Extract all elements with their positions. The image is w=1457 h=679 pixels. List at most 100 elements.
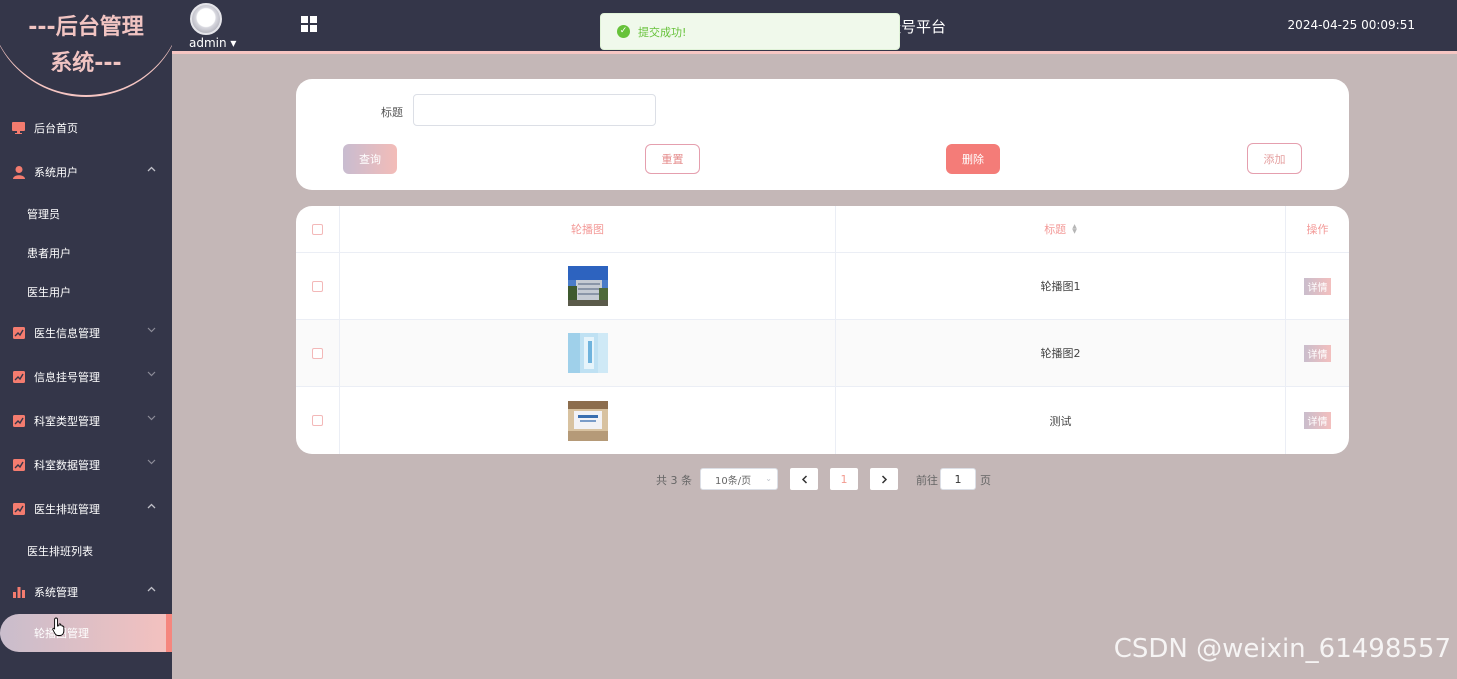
apps-grid-icon[interactable] [301,16,317,32]
logo-line-1: ---后台管理 [28,15,144,40]
sidebar-item-label: 管理员 [27,207,60,221]
hand-cursor-icon [52,617,65,636]
row-checkbox[interactable] [312,280,323,292]
sidebar-subitem-carousel[interactable]: 轮播图管理 [0,614,172,652]
sidebar-item-label: 信息挂号管理 [34,371,100,384]
row-checkbox[interactable] [312,347,323,359]
table-header-row: 轮播图 标题 ▲ ▼ 操作 [296,206,1349,253]
table-row: 轮播图2 详情 [296,320,1349,387]
sidebar-subitem-doctors[interactable]: 医生用户 [0,272,172,311]
detail-button[interactable]: 详情 [1304,412,1331,429]
title-cell: 测试 [836,387,1286,454]
row-checkbox[interactable] [312,415,323,426]
prev-page-button[interactable] [790,468,818,490]
sidebar-item-label: 系统用户 [34,166,78,179]
check-circle-icon: ✓ [617,25,630,38]
pagination: 共 3 条 10条/页 ⌄ 1 前往 1 页 [656,468,996,490]
sidebar-item-dept-type[interactable]: 科室类型管理 [0,399,172,443]
detail-button[interactable]: 详情 [1304,344,1331,362]
title-cell: 轮播图2 [836,320,1286,386]
row-select-cell [296,387,340,454]
column-header-label: 轮播图 [571,223,604,236]
carousel-thumbnail[interactable] [567,400,608,441]
sidebar-menu: 后台首页 系统用户 管理员 患者用户 医生用户 医生信息管理 信息挂号管理 科室… [0,106,172,652]
sidebar-subitem-schedule-list[interactable]: 医生排班列表 [0,531,172,570]
chevron-up-icon [146,502,156,512]
delete-button[interactable]: 删除 [946,144,1000,174]
sidebar-item-label: 医生排班管理 [34,503,100,516]
search-panel: 标题 查询 重置 删除 添加 [296,79,1349,190]
sidebar-item-label: 系统管理 [34,586,78,599]
user-icon [12,165,25,179]
sidebar-item-doctor-info[interactable]: 医生信息管理 [0,311,172,355]
sidebar-item-system-users[interactable]: 系统用户 [0,150,172,194]
reset-button[interactable]: 重置 [645,144,700,174]
image-cell [340,253,836,319]
logo-line-2: 系统--- [50,51,122,76]
row-select-cell [296,320,340,386]
title-search-input[interactable] [413,94,656,126]
action-cell: 详情 [1286,320,1349,386]
column-header-label: 标题 [1044,223,1067,236]
row-select-cell [296,253,340,319]
title-cell: 轮播图1 [836,253,1286,319]
trend-chart-icon [12,459,25,472]
trend-chart-icon [12,371,25,384]
sidebar-item-label: 科室数据管理 [34,459,100,472]
column-header-action: 操作 [1286,206,1349,252]
next-page-button[interactable] [870,468,898,490]
toast-message: 提交成功! [638,25,687,39]
chevron-down-icon: ⌄ [765,474,772,483]
table-row: 轮播图1 详情 [296,253,1349,320]
sidebar-item-schedule[interactable]: 医生排班管理 [0,487,172,531]
sidebar-subitem-admin[interactable]: 管理员 [0,194,172,233]
success-toast: ✓ 提交成功! [600,13,900,50]
sidebar-item-label: 科室类型管理 [34,415,100,428]
goto-page-input[interactable]: 1 [940,468,976,490]
column-header-image: 轮播图 [340,206,836,252]
title-field-label: 标题 [381,106,403,119]
trend-chart-icon [12,415,25,428]
bar-chart-icon [12,586,25,599]
carousel-thumbnail[interactable] [567,266,608,306]
add-button[interactable]: 添加 [1247,143,1302,174]
chevron-down-icon [146,326,156,336]
logo: ---后台管理 系统--- [0,10,172,82]
trend-chart-icon [12,503,25,516]
trend-chart-icon [12,327,25,340]
action-cell: 详情 [1286,387,1349,454]
pagination-total: 共 3 条 [656,474,692,487]
sidebar-item-label: 患者用户 [27,246,71,260]
avatar[interactable] [190,3,222,35]
sidebar-item-label: 后台首页 [34,122,78,135]
chevron-down-icon [146,370,156,380]
select-all-checkbox[interactable] [312,223,323,235]
sidebar-item-registration[interactable]: 信息挂号管理 [0,355,172,399]
chevron-left-icon [801,474,807,484]
sidebar-item-dept-data[interactable]: 科室数据管理 [0,443,172,487]
chevron-up-icon [146,165,156,175]
sidebar-item-system-manage[interactable]: 系统管理 [0,570,172,614]
chevron-right-icon [881,474,887,484]
carousel-table: 轮播图 标题 ▲ ▼ 操作 轮播图1 详情 轮播图2 详情 测试 详情 [296,206,1349,454]
row-title: 测试 [1049,414,1072,428]
sidebar-item-label: 医生信息管理 [34,327,100,340]
detail-button[interactable]: 详情 [1304,277,1331,295]
select-all-cell [296,206,340,252]
user-menu[interactable]: admin ▾ [189,36,236,50]
row-title: 轮播图1 [1040,280,1081,293]
column-header-title[interactable]: 标题 ▲ ▼ [836,206,1286,252]
image-cell [340,320,836,386]
carousel-thumbnail[interactable] [567,333,608,373]
query-button[interactable]: 查询 [343,144,397,174]
image-cell [340,387,836,454]
sidebar-item-home[interactable]: 后台首页 [0,106,172,150]
sidebar-subitem-patients[interactable]: 患者用户 [0,233,172,272]
monitor-icon [12,122,25,135]
page-size-select[interactable]: 10条/页 ⌄ [700,468,778,490]
chevron-up-icon [146,585,156,595]
table-row: 测试 详情 [296,387,1349,454]
page-number-current[interactable]: 1 [830,468,858,490]
sort-icon[interactable]: ▲ ▼ [1072,224,1077,235]
chevron-down-icon [146,458,156,468]
